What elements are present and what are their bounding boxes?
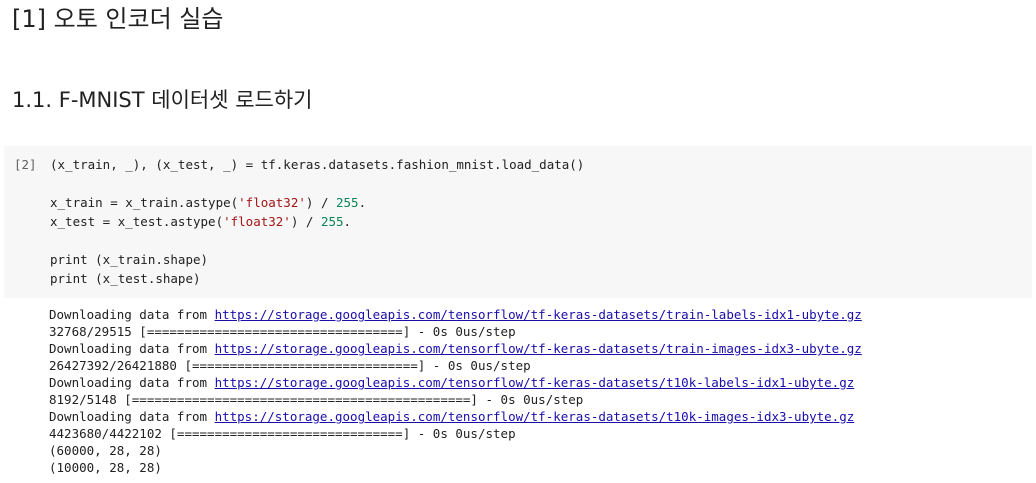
download-link[interactable]: https://storage.googleapis.com/tensorflo… bbox=[215, 375, 855, 390]
output-line: Downloading data from https://storage.go… bbox=[49, 408, 862, 425]
code-line[interactable] bbox=[50, 174, 584, 193]
output-text: 4423680/4422102 [=======================… bbox=[49, 426, 516, 441]
output-line: (10000, 28, 28) bbox=[49, 459, 862, 476]
output-line: Downloading data from https://storage.go… bbox=[49, 340, 862, 357]
section-heading: 1.1. F-MNIST 데이터셋 로드하기 bbox=[12, 88, 313, 112]
code-line[interactable]: x_train = x_train.astype('float32') / 25… bbox=[50, 193, 584, 212]
output-line: (60000, 28, 28) bbox=[49, 442, 862, 459]
output-line: 26427392/26421880 [=====================… bbox=[49, 357, 862, 374]
code-line[interactable]: print (x_train.shape) bbox=[50, 250, 584, 269]
output-line: Downloading data from https://storage.go… bbox=[49, 374, 862, 391]
notebook-title-heading: [1] 오토 인코더 실습 bbox=[12, 5, 224, 33]
output-text: Downloading data from bbox=[49, 307, 215, 322]
output-line: 8192/5148 [=============================… bbox=[49, 391, 862, 408]
output-text: (60000, 28, 28) bbox=[49, 443, 162, 458]
download-link[interactable]: https://storage.googleapis.com/tensorflo… bbox=[215, 341, 862, 356]
code-line[interactable]: x_test = x_test.astype('float32') / 255. bbox=[50, 212, 584, 231]
output-text: Downloading data from bbox=[49, 375, 215, 390]
code-cell[interactable]: [2] (x_train, _), (x_test, _) = tf.keras… bbox=[4, 146, 1032, 298]
output-text: 26427392/26421880 [=====================… bbox=[49, 358, 531, 373]
output-line: Downloading data from https://storage.go… bbox=[49, 306, 862, 323]
output-text: Downloading data from bbox=[49, 341, 215, 356]
output-text: Downloading data from bbox=[49, 409, 215, 424]
code-editor[interactable]: (x_train, _), (x_test, _) = tf.keras.dat… bbox=[50, 155, 584, 288]
cell-output: Downloading data from https://storage.go… bbox=[49, 306, 862, 476]
notebook-page: [1] 오토 인코더 실습 1.1. F-MNIST 데이터셋 로드하기 [2]… bbox=[0, 0, 1036, 483]
output-line: 32768/29515 [===========================… bbox=[49, 323, 862, 340]
output-line: 4423680/4422102 [=======================… bbox=[49, 425, 862, 442]
output-text: 32768/29515 [===========================… bbox=[49, 324, 516, 339]
execution-count[interactable]: [2] bbox=[14, 155, 37, 174]
download-link[interactable]: https://storage.googleapis.com/tensorflo… bbox=[215, 409, 855, 424]
download-link[interactable]: https://storage.googleapis.com/tensorflo… bbox=[215, 307, 862, 322]
code-line[interactable]: print (x_test.shape) bbox=[50, 269, 584, 288]
code-line[interactable] bbox=[50, 231, 584, 250]
output-text: 8192/5148 [=============================… bbox=[49, 392, 584, 407]
code-line[interactable]: (x_train, _), (x_test, _) = tf.keras.dat… bbox=[50, 155, 584, 174]
output-text: (10000, 28, 28) bbox=[49, 460, 162, 475]
